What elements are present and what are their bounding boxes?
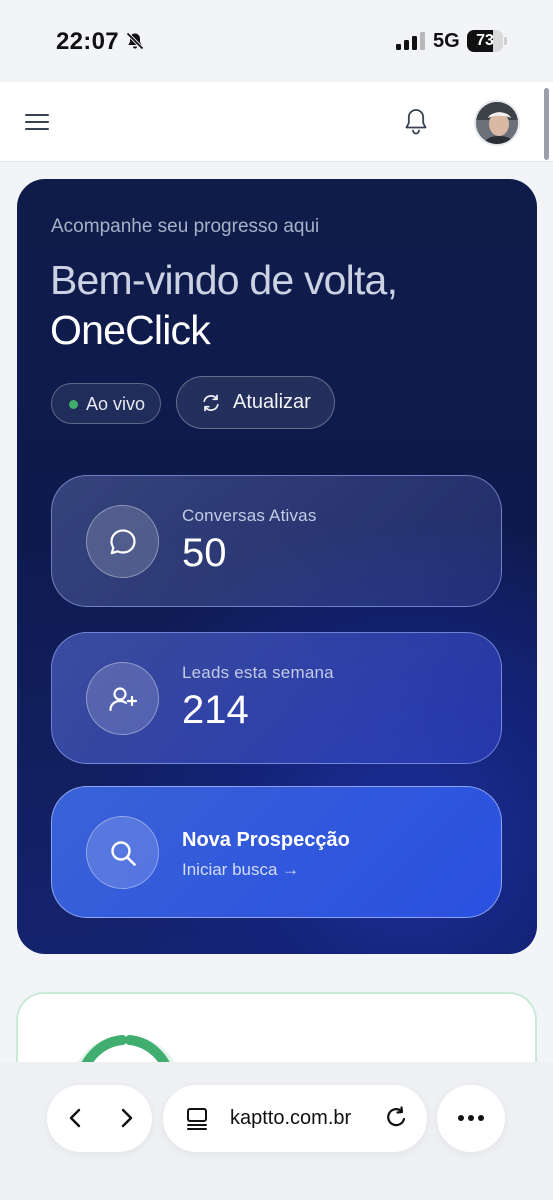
live-status-label: Ao vivo <box>86 394 146 414</box>
stat-icon-wrapper <box>86 505 159 578</box>
chevron-left-icon[interactable] <box>61 1103 91 1133</box>
tabs-icon[interactable] <box>185 1106 209 1130</box>
chat-bubble-icon <box>110 529 136 555</box>
live-status-badge: Ao vivo <box>51 383 161 424</box>
more-options-button[interactable] <box>437 1085 505 1152</box>
address-bar[interactable]: kaptto.com.br <box>163 1085 427 1152</box>
battery-level: 73 <box>476 32 494 49</box>
stat-value: 214 <box>182 688 249 732</box>
refresh-button[interactable]: Atualizar <box>176 376 335 429</box>
hero-user-name: OneClick <box>50 307 211 353</box>
chevron-right-icon[interactable] <box>111 1103 141 1133</box>
prospecting-title: Nova Prospecção <box>182 829 350 851</box>
network-type: 5G <box>433 30 460 52</box>
signal-bars-icon <box>396 32 425 50</box>
start-search-link[interactable]: Iniciar busca → <box>182 860 299 880</box>
stat-card-weekly-leads[interactable]: Leads esta semana 214 <box>51 632 502 764</box>
stat-label: Leads esta semana <box>182 663 334 682</box>
refresh-button-label: Atualizar <box>233 391 311 413</box>
more-dots-icon <box>458 1115 484 1121</box>
stat-icon-wrapper <box>86 816 159 889</box>
hero-subtitle: Acompanhe seu progresso aqui <box>51 216 320 237</box>
stat-icon-wrapper <box>86 662 159 735</box>
page-scrollbar[interactable] <box>544 88 549 160</box>
battery-indicator: 73 <box>467 30 507 52</box>
hero-title: Bem-vindo de volta, <box>50 257 398 303</box>
live-dot-icon <box>69 400 78 409</box>
url-text: kaptto.com.br <box>230 1107 352 1129</box>
status-time: 22:07 <box>56 28 119 55</box>
status-bar: 22:07 5G 73 <box>0 0 553 82</box>
bell-icon[interactable] <box>402 107 430 137</box>
browser-toolbar: kaptto.com.br <box>0 1062 553 1200</box>
user-avatar[interactable] <box>474 100 520 146</box>
stat-value: 50 <box>182 531 227 575</box>
refresh-icon <box>203 394 219 412</box>
hamburger-menu-icon[interactable] <box>24 110 50 134</box>
stat-label: Conversas Ativas <box>182 506 317 525</box>
welcome-hero-card: Acompanhe seu progresso aqui Bem-vindo d… <box>17 179 537 954</box>
app-header <box>0 82 553 162</box>
reload-icon[interactable] <box>383 1105 409 1131</box>
search-icon <box>111 841 136 866</box>
user-plus-icon <box>109 687 138 712</box>
navigation-buttons <box>47 1085 152 1152</box>
new-prospecting-button[interactable]: Nova Prospecção Iniciar busca → <box>51 786 502 918</box>
bell-slash-icon <box>126 32 144 50</box>
stat-card-active-conversations[interactable]: Conversas Ativas 50 <box>51 475 502 607</box>
